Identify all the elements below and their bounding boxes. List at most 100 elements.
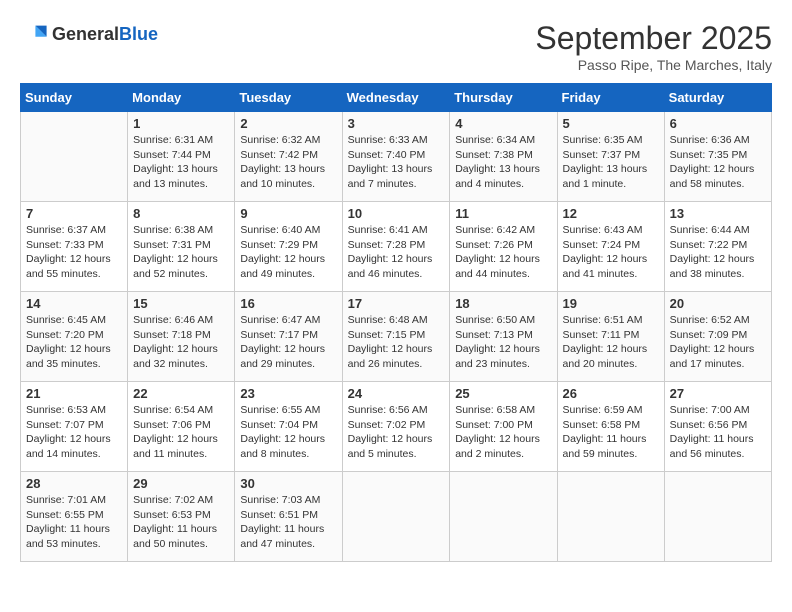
day-number: 13	[670, 206, 766, 221]
day-detail: Sunrise: 6:54 AM Sunset: 7:06 PM Dayligh…	[133, 403, 229, 462]
day-detail: Sunrise: 6:47 AM Sunset: 7:17 PM Dayligh…	[240, 313, 336, 372]
day-number: 6	[670, 116, 766, 131]
day-detail: Sunrise: 6:41 AM Sunset: 7:28 PM Dayligh…	[348, 223, 445, 282]
calendar-cell: 1 Sunrise: 6:31 AM Sunset: 7:44 PM Daylig…	[128, 112, 235, 202]
calendar-cell: 12 Sunrise: 6:43 AM Sunset: 7:24 PM Dayli…	[557, 202, 664, 292]
day-number: 18	[455, 296, 551, 311]
day-detail: Sunrise: 6:44 AM Sunset: 7:22 PM Dayligh…	[670, 223, 766, 282]
day-number: 19	[563, 296, 659, 311]
calendar-cell: 27 Sunrise: 7:00 AM Sunset: 6:56 PM Dayli…	[664, 382, 771, 472]
calendar-cell: 14 Sunrise: 6:45 AM Sunset: 7:20 PM Dayli…	[21, 292, 128, 382]
weekday-header: Wednesday	[342, 84, 450, 112]
day-detail: Sunrise: 6:48 AM Sunset: 7:15 PM Dayligh…	[348, 313, 445, 372]
day-detail: Sunrise: 7:01 AM Sunset: 6:55 PM Dayligh…	[26, 493, 122, 552]
day-detail: Sunrise: 6:59 AM Sunset: 6:58 PM Dayligh…	[563, 403, 659, 462]
day-number: 17	[348, 296, 445, 311]
day-detail: Sunrise: 6:58 AM Sunset: 7:00 PM Dayligh…	[455, 403, 551, 462]
day-detail: Sunrise: 6:35 AM Sunset: 7:37 PM Dayligh…	[563, 133, 659, 192]
day-number: 3	[348, 116, 445, 131]
logo-general: General	[52, 24, 119, 44]
calendar-cell	[342, 472, 450, 562]
day-detail: Sunrise: 7:02 AM Sunset: 6:53 PM Dayligh…	[133, 493, 229, 552]
day-number: 5	[563, 116, 659, 131]
calendar-cell: 4 Sunrise: 6:34 AM Sunset: 7:38 PM Daylig…	[450, 112, 557, 202]
day-number: 20	[670, 296, 766, 311]
day-number: 9	[240, 206, 336, 221]
day-number: 12	[563, 206, 659, 221]
calendar-week-row: 28 Sunrise: 7:01 AM Sunset: 6:55 PM Dayli…	[21, 472, 772, 562]
calendar-cell: 26 Sunrise: 6:59 AM Sunset: 6:58 PM Dayli…	[557, 382, 664, 472]
calendar-cell: 16 Sunrise: 6:47 AM Sunset: 7:17 PM Dayli…	[235, 292, 342, 382]
calendar-cell: 15Sunrise: 6:46 AM Sunset: 7:18 PM Dayli…	[128, 292, 235, 382]
day-detail: Sunrise: 6:43 AM Sunset: 7:24 PM Dayligh…	[563, 223, 659, 282]
day-number: 8	[133, 206, 229, 221]
weekday-header: Friday	[557, 84, 664, 112]
day-number: 30	[240, 476, 336, 491]
day-detail: Sunrise: 6:42 AM Sunset: 7:26 PM Dayligh…	[455, 223, 551, 282]
calendar-cell: 30Sunrise: 7:03 AM Sunset: 6:51 PM Dayli…	[235, 472, 342, 562]
day-number: 25	[455, 386, 551, 401]
day-number: 4	[455, 116, 551, 131]
day-number: 28	[26, 476, 122, 491]
weekday-header: Sunday	[21, 84, 128, 112]
calendar-cell: 19 Sunrise: 6:51 AM Sunset: 7:11 PM Dayli…	[557, 292, 664, 382]
day-number: 21	[26, 386, 122, 401]
calendar-cell: 18 Sunrise: 6:50 AM Sunset: 7:13 PM Dayli…	[450, 292, 557, 382]
day-detail: Sunrise: 6:45 AM Sunset: 7:20 PM Dayligh…	[26, 313, 122, 372]
calendar-cell: 13 Sunrise: 6:44 AM Sunset: 7:22 PM Dayli…	[664, 202, 771, 292]
day-number: 2	[240, 116, 336, 131]
day-number: 23	[240, 386, 336, 401]
day-detail: Sunrise: 6:31 AM Sunset: 7:44 PM Dayligh…	[133, 133, 229, 192]
logo-icon	[20, 20, 48, 48]
weekday-header: Saturday	[664, 84, 771, 112]
day-detail: Sunrise: 6:50 AM Sunset: 7:13 PM Dayligh…	[455, 313, 551, 372]
calendar-cell: 3 Sunrise: 6:33 AM Sunset: 7:40 PM Daylig…	[342, 112, 450, 202]
day-number: 16	[240, 296, 336, 311]
calendar-cell: 22Sunrise: 6:54 AM Sunset: 7:06 PM Dayli…	[128, 382, 235, 472]
calendar-cell: 21 Sunrise: 6:53 AM Sunset: 7:07 PM Dayli…	[21, 382, 128, 472]
day-number: 24	[348, 386, 445, 401]
weekday-header: Monday	[128, 84, 235, 112]
calendar-cell: 5 Sunrise: 6:35 AM Sunset: 7:37 PM Daylig…	[557, 112, 664, 202]
calendar-cell: 8Sunrise: 6:38 AM Sunset: 7:31 PM Daylig…	[128, 202, 235, 292]
logo: GeneralBlue	[20, 20, 158, 48]
day-detail: Sunrise: 6:51 AM Sunset: 7:11 PM Dayligh…	[563, 313, 659, 372]
day-detail: Sunrise: 6:34 AM Sunset: 7:38 PM Dayligh…	[455, 133, 551, 192]
day-number: 27	[670, 386, 766, 401]
calendar-table: SundayMondayTuesdayWednesdayThursdayFrid…	[20, 83, 772, 562]
calendar-cell	[450, 472, 557, 562]
day-detail: Sunrise: 6:53 AM Sunset: 7:07 PM Dayligh…	[26, 403, 122, 462]
calendar-cell: 11Sunrise: 6:42 AM Sunset: 7:26 PM Dayli…	[450, 202, 557, 292]
day-number: 1	[133, 116, 229, 131]
calendar-cell: 24 Sunrise: 6:56 AM Sunset: 7:02 PM Dayli…	[342, 382, 450, 472]
calendar-cell: 28 Sunrise: 7:01 AM Sunset: 6:55 PM Dayli…	[21, 472, 128, 562]
calendar-cell: 20Sunrise: 6:52 AM Sunset: 7:09 PM Dayli…	[664, 292, 771, 382]
calendar-cell: 29 Sunrise: 7:02 AM Sunset: 6:53 PM Dayli…	[128, 472, 235, 562]
day-number: 26	[563, 386, 659, 401]
calendar-cell: 2Sunrise: 6:32 AM Sunset: 7:42 PM Daylig…	[235, 112, 342, 202]
day-detail: Sunrise: 7:00 AM Sunset: 6:56 PM Dayligh…	[670, 403, 766, 462]
day-detail: Sunrise: 6:55 AM Sunset: 7:04 PM Dayligh…	[240, 403, 336, 462]
calendar-cell: 9 Sunrise: 6:40 AM Sunset: 7:29 PM Daylig…	[235, 202, 342, 292]
logo-blue: Blue	[119, 24, 158, 44]
calendar-cell	[21, 112, 128, 202]
weekday-header: Thursday	[450, 84, 557, 112]
day-number: 14	[26, 296, 122, 311]
day-detail: Sunrise: 6:46 AM Sunset: 7:18 PM Dayligh…	[133, 313, 229, 372]
day-detail: Sunrise: 6:33 AM Sunset: 7:40 PM Dayligh…	[348, 133, 445, 192]
calendar-cell: 7 Sunrise: 6:37 AM Sunset: 7:33 PM Daylig…	[21, 202, 128, 292]
location-subtitle: Passo Ripe, The Marches, Italy	[535, 57, 772, 73]
calendar-week-row: 7 Sunrise: 6:37 AM Sunset: 7:33 PM Daylig…	[21, 202, 772, 292]
month-title: September 2025	[535, 20, 772, 57]
logo-text: GeneralBlue	[52, 24, 158, 45]
day-number: 10	[348, 206, 445, 221]
day-detail: Sunrise: 6:40 AM Sunset: 7:29 PM Dayligh…	[240, 223, 336, 282]
day-number: 29	[133, 476, 229, 491]
title-area: September 2025 Passo Ripe, The Marches, …	[535, 20, 772, 73]
day-detail: Sunrise: 6:56 AM Sunset: 7:02 PM Dayligh…	[348, 403, 445, 462]
calendar-week-row: 14 Sunrise: 6:45 AM Sunset: 7:20 PM Dayli…	[21, 292, 772, 382]
page-header: GeneralBlue September 2025 Passo Ripe, T…	[20, 20, 772, 73]
day-detail: Sunrise: 6:37 AM Sunset: 7:33 PM Dayligh…	[26, 223, 122, 282]
day-number: 7	[26, 206, 122, 221]
calendar-week-row: 1 Sunrise: 6:31 AM Sunset: 7:44 PM Daylig…	[21, 112, 772, 202]
